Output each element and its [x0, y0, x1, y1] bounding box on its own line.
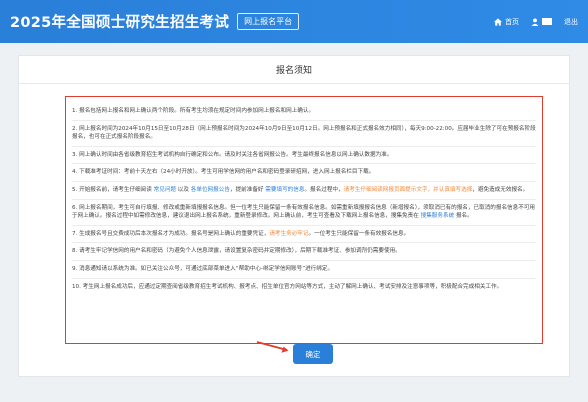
rule-text: ，避免造成无效报名。 — [472, 186, 529, 193]
rule-text: 。一位考生只能保留一条有效报名信息。 — [308, 230, 410, 237]
registration-notice-card: 报名须知 1. 报名包括网上报名和网上确认两个阶段。所有考生均须在规定时间内参加… — [18, 55, 570, 377]
rule-text: 10. 考生网上报名成功后，应通过定期查阅省级教育招生考试机构、报考点、招生单位… — [72, 283, 503, 290]
arrow-pointer-icon — [256, 341, 289, 353]
rule-warning-text: 请考生仔细阅读网报页面提示文字，并认真填写选择 — [343, 186, 473, 193]
rule-link[interactable]: 常见问题 — [154, 187, 176, 193]
home-link[interactable]: 首页 — [494, 17, 519, 27]
rule-link[interactable]: 各单位网报公告 — [191, 187, 230, 193]
rule-text: 9. 消息通知请以系统为准。如已关注公众号，可通过底部菜单进入“帮助中心-绑定学… — [72, 265, 334, 272]
rule-text: 报名。 — [454, 213, 473, 220]
rule-item: 4. 下载准考证时间：考前十天左右（24小时开放）。考生可用学信网的用户名和密码… — [72, 164, 536, 182]
rule-text: 4. 下载准考证时间：考前十天左右（24小时开放）。考生可用学信网的用户名和密码… — [72, 169, 375, 176]
rule-text: 7. 生成报名号且交费成功后本次报名才为成功。报名号是网上确认的重要凭证， — [72, 230, 270, 237]
rule-text: ，提前准备好 — [229, 186, 266, 193]
rule-item: 10. 考生网上报名成功后，应通过定期查阅省级教育招生考试机构、报考点、招生单位… — [72, 279, 536, 296]
rule-text: 1. 报名包括网上报名和网上确认两个阶段。所有考生均须在规定时间内参加网上报名和… — [72, 108, 315, 114]
rules-list: 1. 报名包括网上报名和网上确认两个阶段。所有考生均须在规定时间内参加网上报名和… — [65, 96, 543, 344]
logout-link[interactable]: 退出 — [564, 17, 578, 27]
rule-item: 5. 开始报名前，请考生仔细阅读 常见问题 以及 各单位网报公告，提前准备好 需… — [72, 182, 536, 200]
page-bottom — [0, 385, 588, 402]
rule-item: 9. 消息通知请以系统为准。如已关注公众号，可通过底部菜单进入“帮助中心-绑定学… — [72, 261, 536, 279]
home-link-label: 首页 — [505, 17, 519, 26]
rule-text: 2. 网上报名时间为2024年10月15日至10月28日（网上预报名时间为202… — [72, 125, 536, 141]
rule-item: 6. 网上报名期间，考生可自行填报、修改或重新填报报名信息。但一位考生只能保留一… — [72, 200, 536, 226]
site-title: 2025年全国硕士研究生招生考试 — [10, 15, 230, 31]
rule-item: 1. 报名包括网上报名和网上确认两个阶段。所有考生均须在规定时间内参加网上报名和… — [72, 103, 536, 121]
rule-warning-text: 请考生务必牢记 — [269, 230, 309, 237]
rule-text: 以及 — [176, 186, 191, 193]
platform-badge: 网上报名平台 — [237, 13, 300, 30]
notice-title: 报名须知 — [19, 56, 569, 84]
rule-item: 7. 生成报名号且交费成功后本次报名才为成功。报名号是网上确认的重要凭证，请考生… — [72, 226, 536, 244]
user-icon — [531, 17, 539, 26]
rule-link[interactable]: 需要填写的信息 — [265, 187, 304, 193]
user-name-redacted — [542, 18, 552, 25]
rule-text: 。报名过程中， — [304, 186, 344, 193]
top-navigation-bar: 2025年全国硕士研究生招生考试 网上报名平台 首页 退出 — [0, 0, 588, 43]
home-icon — [494, 17, 502, 26]
top-nav: 首页 退出 — [494, 17, 578, 27]
rule-link[interactable]: 搜集服务系统 — [421, 213, 455, 219]
rule-text: 8. 请考生牢记学信网的用户名和密码（为避免个人信息泄露，请设置复杂密码并定期修… — [72, 248, 401, 255]
rule-item: 3. 网上确认时间由各省级教育招生考试机构自行确定和公布。请及时关注各省网报公告… — [72, 147, 536, 165]
logout-link-label: 退出 — [564, 17, 578, 26]
rule-text: 3. 网上确认时间由各省级教育招生考试机构自行确定和公布。请及时关注各省网报公告… — [72, 151, 393, 158]
rule-text: 5. 开始报名前，请考生仔细阅读 — [72, 186, 154, 193]
confirm-button[interactable]: 确定 — [293, 344, 333, 364]
user-info[interactable] — [531, 17, 552, 26]
rule-item: 8. 请考生牢记学信网的用户名和密码（为避免个人信息泄露，请设置复杂密码并定期修… — [72, 243, 536, 261]
rule-item: 2. 网上报名时间为2024年10月15日至10月28日（网上预报名时间为202… — [72, 121, 536, 147]
